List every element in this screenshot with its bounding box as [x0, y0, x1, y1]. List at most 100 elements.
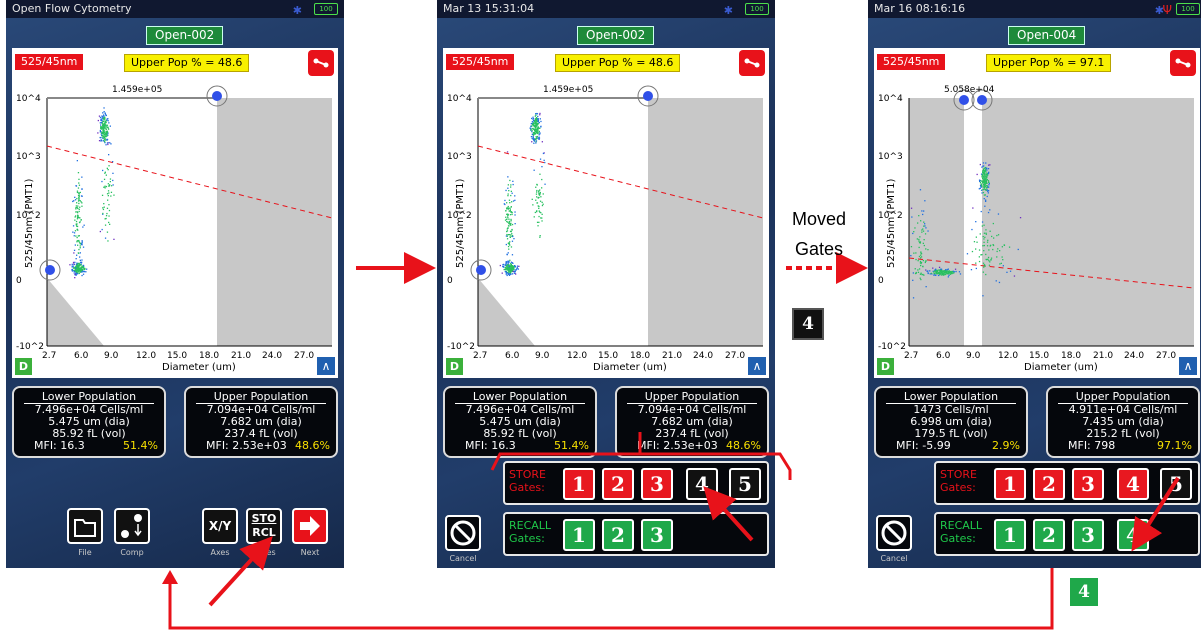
store-gate-1-button[interactable]: 1 — [994, 468, 1026, 500]
scatter-point — [1009, 270, 1012, 272]
loop-arrow — [168, 568, 1054, 630]
scatter-point — [507, 264, 510, 266]
scatter-point — [991, 235, 993, 238]
scatter-point — [532, 123, 534, 125]
d-button[interactable]: D — [877, 358, 894, 375]
scatter-point — [107, 143, 109, 146]
lower-pct: 51.4% — [123, 439, 158, 452]
scatter-point — [113, 238, 115, 240]
comp-button[interactable] — [114, 508, 150, 544]
store-gate-4-button[interactable]: 4 — [686, 468, 718, 500]
scatter-point — [108, 204, 110, 206]
file-button[interactable] — [67, 508, 103, 544]
scatter-point — [78, 178, 80, 180]
recall-gate-1-button[interactable]: 1 — [994, 519, 1026, 551]
scatter-point — [988, 182, 990, 185]
histogram-icon[interactable]: ∧ — [1179, 357, 1197, 375]
y-tick-label: -10^2 — [16, 342, 44, 352]
scatter-point — [508, 218, 510, 220]
recall-gate-3-button[interactable]: 3 — [641, 519, 673, 551]
recall-gate-2-button[interactable]: 2 — [1033, 519, 1065, 551]
scatter-point — [945, 271, 947, 273]
scatter-point — [73, 269, 75, 271]
scatter-plot[interactable]: 5.058e+0410^410^310^20-10^22.7 6.0 9.0 12.0… — [874, 48, 1200, 378]
upper-population-panel: Upper Population 7.094e+04 Cells/ml 7.68… — [184, 386, 338, 458]
d-button[interactable]: D — [446, 358, 463, 375]
store-gate-2-button[interactable]: 2 — [602, 468, 634, 500]
scatter-point — [508, 199, 511, 201]
scatter-point — [971, 250, 974, 253]
axes-button[interactable]: X/Y — [202, 508, 238, 544]
scatter-point — [81, 205, 83, 207]
scatter-point — [927, 230, 929, 232]
scatter-point — [919, 189, 922, 191]
scatter-point — [75, 185, 77, 187]
scatter-point — [982, 245, 984, 247]
scatter-point — [919, 262, 922, 264]
sto-rcl-button[interactable]: STO RCL — [246, 508, 282, 544]
cancel-button[interactable] — [445, 515, 481, 551]
scatter-point — [510, 231, 512, 233]
histogram-icon[interactable]: ∧ — [748, 357, 766, 375]
next-button[interactable] — [292, 508, 328, 544]
plot-panel: 525/45nm Upper Pop % = 48.6 1.459e+05 10^… — [443, 48, 769, 378]
x-tick-label: 27.0 — [294, 351, 314, 361]
scatter-point — [536, 128, 538, 130]
x-tick-label: 21.0 — [231, 351, 251, 361]
store-gate-5-button[interactable]: 5 — [1160, 468, 1192, 500]
d-button[interactable]: D — [15, 358, 32, 375]
scatter-point — [105, 144, 107, 146]
scatter-point — [508, 225, 510, 227]
scatter-point — [508, 210, 510, 212]
scatter-point — [107, 190, 110, 192]
scatter-point — [913, 231, 915, 233]
scatter-point — [100, 126, 102, 128]
scatter-point — [504, 270, 506, 273]
scatter-point — [77, 200, 80, 202]
scatter-point — [990, 257, 993, 259]
recall-gates-panel: RECALL Gates: 1 2 3 — [503, 512, 769, 556]
scatter-point — [541, 187, 543, 189]
scatter-point — [539, 235, 541, 237]
scatter-point — [532, 204, 534, 206]
y-tick-label: 10^4 — [16, 94, 41, 104]
scatter-plot[interactable]: 1.459e+0510^410^310^20-10^22.7 6.0 9.0 12.0… — [443, 48, 769, 378]
store-gate-3-button[interactable]: 3 — [1072, 468, 1104, 500]
gate-handle — [959, 95, 969, 105]
x-tick-label: 27.0 — [725, 351, 745, 361]
scatter-point — [918, 238, 920, 241]
scatter-point — [106, 133, 108, 135]
scatter-point — [509, 179, 511, 182]
store-gate-1-button[interactable]: 1 — [563, 468, 595, 500]
store-gate-4-button[interactable]: 4 — [1117, 468, 1149, 500]
scatter-point — [539, 118, 541, 120]
scatter-point — [510, 269, 512, 272]
scatter-point — [1002, 259, 1004, 261]
scatter-point — [98, 115, 101, 117]
histogram-icon[interactable]: ∧ — [317, 357, 335, 375]
cancel-label: Cancel — [449, 554, 477, 563]
cancel-button[interactable] — [876, 515, 912, 551]
scatter-point — [533, 169, 535, 171]
scatter-point — [82, 264, 85, 267]
scatter-point — [507, 269, 509, 271]
scatter-point — [919, 257, 922, 259]
scatter-point — [82, 226, 84, 228]
scatter-point — [985, 189, 987, 191]
recall-gate-3-button[interactable]: 3 — [1072, 519, 1104, 551]
scatter-point — [104, 124, 106, 126]
scatter-plot[interactable]: 1.459e+0510^410^310^20-10^22.7 6.0 9.0 12.0… — [12, 48, 338, 378]
scatter-point — [1008, 246, 1011, 248]
store-gate-3-button[interactable]: 3 — [641, 468, 673, 500]
store-gate-2-button[interactable]: 2 — [1033, 468, 1065, 500]
scatter-point — [510, 261, 512, 263]
store-gate-5-button[interactable]: 5 — [729, 468, 761, 500]
scatter-point — [1002, 265, 1004, 267]
screen-2: Mar 13 15:31:04 ✱ 100 Open-002 525/45nm … — [437, 0, 775, 568]
scatter-point — [514, 269, 516, 271]
scatter-point — [530, 136, 533, 138]
recall-gate-1-button[interactable]: 1 — [563, 519, 595, 551]
recall-gate-4-button[interactable]: 4 — [1117, 519, 1149, 551]
recall-gate-2-button[interactable]: 2 — [602, 519, 634, 551]
scatter-point — [78, 210, 80, 213]
